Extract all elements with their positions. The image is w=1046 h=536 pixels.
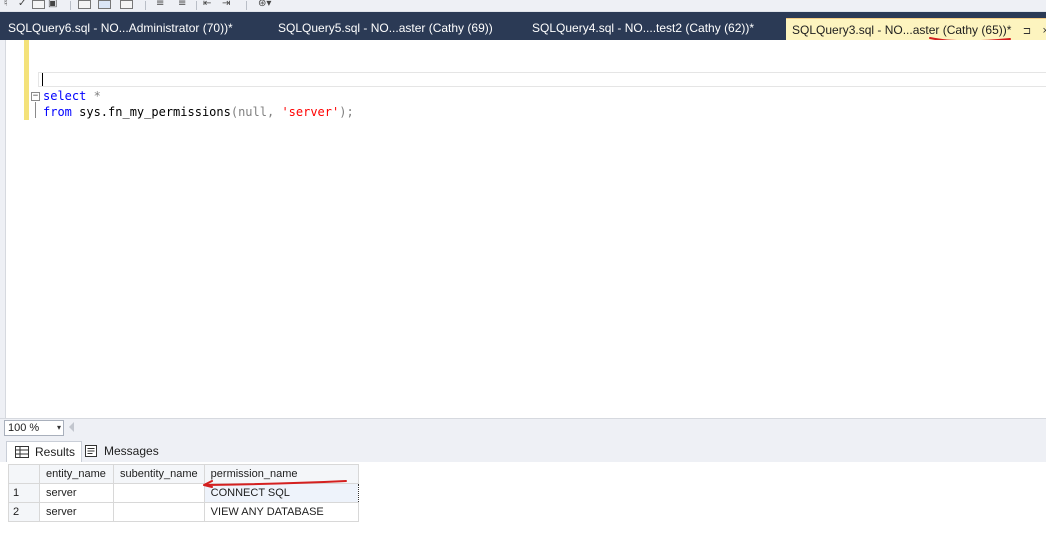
grid-cell[interactable]: [113, 502, 205, 522]
code-line-2: from sys.fn_my_permissions(null, 'server…: [43, 104, 354, 120]
toolbar-icon[interactable]: ♮: [4, 0, 8, 9]
row-number[interactable]: 2: [8, 502, 40, 522]
current-line-highlight: [38, 72, 1046, 87]
grid-cell[interactable]: server: [39, 502, 114, 522]
table-row: 2 server VIEW ANY DATABASE: [8, 502, 359, 522]
results-file-icon[interactable]: [120, 0, 133, 9]
tab-label: SQLQuery4.sql - NO....test2 (Cathy (62))…: [532, 21, 755, 35]
query-editor[interactable]: − select * from sys.fn_my_permissions(nu…: [0, 40, 1046, 418]
column-header[interactable]: entity_name: [39, 464, 114, 484]
keyword: from: [43, 105, 72, 119]
row-header-corner[interactable]: [8, 464, 40, 484]
tab-label: SQLQuery5.sql - NO...aster (Cathy (69)): [278, 21, 493, 35]
scroll-left-icon[interactable]: [69, 422, 74, 432]
zoom-select[interactable]: 100 % ▾: [4, 420, 64, 436]
parse-icon[interactable]: [32, 0, 45, 9]
document-tab-strip: SQLQuery6.sql - NO...Administrator (70))…: [0, 12, 1046, 40]
tab-sqlquery4[interactable]: SQLQuery4.sql - NO....test2 (Cathy (62))…: [524, 17, 786, 40]
code-text: );: [339, 105, 354, 119]
code-text: sys.: [71, 105, 109, 119]
tab-results[interactable]: Results: [6, 441, 83, 462]
grid-icon: [15, 446, 29, 458]
code-line-1: select *: [43, 88, 101, 104]
toolbar-separator: [246, 1, 247, 10]
toolbar-separator: [196, 1, 197, 10]
comment-icon[interactable]: ≡: [156, 0, 164, 9]
keyword: select: [43, 89, 87, 103]
tab-label: Messages: [104, 444, 159, 458]
results-grid-icon[interactable]: [98, 0, 111, 9]
change-tracking-bar: [24, 40, 29, 120]
indent-icon[interactable]: ⇥: [222, 0, 230, 9]
code-text: *: [86, 89, 101, 103]
tab-label: SQLQuery6.sql - NO...Administrator (70))…: [8, 21, 233, 35]
string-literal: 'server': [281, 105, 340, 119]
chevron-down-icon[interactable]: ▾: [57, 421, 61, 435]
tab-sqlquery6[interactable]: SQLQuery6.sql - NO...Administrator (70))…: [0, 17, 268, 40]
tab-messages[interactable]: Messages: [76, 441, 165, 462]
row-number[interactable]: 1: [8, 483, 40, 503]
toolbar: ♮ ✓ ▣ ≡ ≡ ⇤ ⇥ ⊛▾: [0, 0, 1046, 12]
red-arrow-annotation: [203, 480, 347, 488]
execute-icon[interactable]: ✓: [18, 0, 26, 9]
toolbar-separator: [145, 1, 146, 10]
uncomment-icon[interactable]: ≡: [178, 0, 186, 9]
grid-cell[interactable]: [113, 483, 205, 503]
toolbar-separator: [70, 1, 71, 10]
fold-guide: [35, 102, 36, 118]
results-grid-area: entity_name subentity_name permission_na…: [0, 462, 1046, 536]
code-text: (null,: [230, 105, 282, 119]
result-tab-strip: Results Messages: [0, 436, 1046, 462]
outdent-icon[interactable]: ⇤: [203, 0, 211, 9]
display-plan-icon[interactable]: ▣: [48, 0, 57, 9]
results-grid: entity_name subentity_name permission_na…: [8, 464, 359, 522]
function-name: fn_my_permissions: [108, 105, 231, 119]
text-caret: [42, 73, 43, 86]
column-header[interactable]: subentity_name: [113, 464, 205, 484]
zoom-value: 100 %: [8, 422, 40, 434]
editor-margin: [0, 40, 6, 418]
messages-icon: [85, 445, 97, 457]
specify-values-icon[interactable]: ⊛▾: [258, 0, 271, 9]
results-text-icon[interactable]: [78, 0, 91, 9]
tab-label: Results: [35, 445, 76, 459]
collapse-icon[interactable]: −: [31, 92, 40, 101]
zoom-bar: 100 % ▾: [0, 418, 1046, 436]
tab-sqlquery5[interactable]: SQLQuery5.sql - NO...aster (Cathy (69)): [270, 17, 520, 40]
grid-cell[interactable]: VIEW ANY DATABASE: [203, 502, 359, 522]
grid-cell[interactable]: server: [39, 483, 114, 503]
